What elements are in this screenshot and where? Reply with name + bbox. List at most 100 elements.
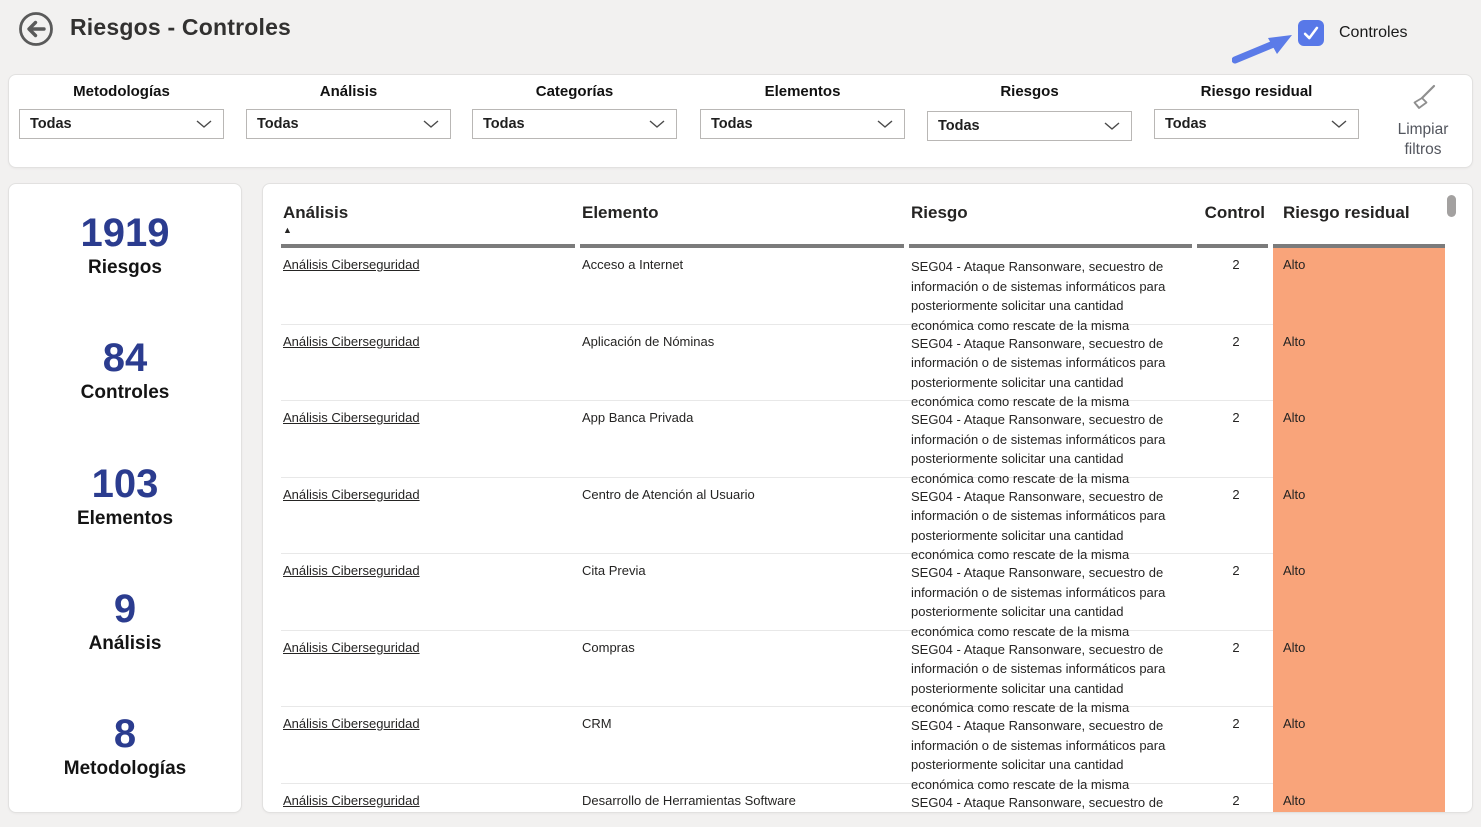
filter-selected-value: Todas: [30, 116, 195, 132]
analisis-link[interactable]: Análisis Ciberseguridad: [283, 257, 420, 272]
filter-selected-value: Todas: [938, 118, 1103, 134]
kpi-label: Metodologías: [9, 758, 241, 780]
header-controls: Controles: [1232, 16, 1407, 56]
elemento-cell: Aplicación de Nóminas: [580, 325, 909, 412]
filter-label: Metodologías: [19, 83, 224, 100]
kpi-metodologias: 8 Metodologías: [9, 713, 241, 780]
analisis-link[interactable]: Análisis Ciberseguridad: [283, 563, 420, 578]
analisis-link[interactable]: Análisis Ciberseguridad: [283, 410, 420, 425]
filter-dropdown-metodologias[interactable]: Todas: [19, 109, 224, 139]
kpi-value: 103: [9, 463, 241, 505]
riesgo-cell: SEG04 - Ataque Ransonware, secuestro de …: [909, 401, 1197, 488]
filter-dropdown-riesgos[interactable]: Todas: [927, 111, 1132, 141]
control-cell: 2: [1197, 631, 1273, 718]
chevron-down-icon: [195, 119, 213, 129]
table-header-row: Análisis ▲ Elemento Riesgo Control Riesg…: [281, 196, 1445, 248]
table-row[interactable]: Análisis Ciberseguridad Acceso a Interne…: [281, 248, 1445, 325]
filter-label: Categorías: [472, 83, 677, 100]
filter-label: Análisis: [246, 83, 451, 100]
riesgo-residual-cell: Alto: [1273, 631, 1445, 718]
filter-metodologias: Metodologías Todas: [19, 83, 224, 139]
analisis-link[interactable]: Análisis Ciberseguridad: [283, 640, 420, 655]
filter-selected-value: Todas: [711, 116, 876, 132]
table-row[interactable]: Análisis Ciberseguridad Centro de Atenci…: [281, 478, 1445, 555]
kpi-value: 9: [9, 588, 241, 630]
riesgo-residual-cell: Alto: [1273, 248, 1445, 335]
filter-dropdown-analisis[interactable]: Todas: [246, 109, 451, 139]
control-cell: 2: [1197, 325, 1273, 412]
filter-selected-value: Todas: [483, 116, 648, 132]
control-cell: 2: [1197, 554, 1273, 641]
table-row[interactable]: Análisis Ciberseguridad Cita Previa SEG0…: [281, 554, 1445, 631]
kpi-label: Análisis: [9, 633, 241, 655]
kpi-label: Riesgos: [9, 257, 241, 279]
control-cell: 2: [1197, 478, 1273, 565]
filter-riesgos: Riesgos Todas: [927, 86, 1132, 141]
column-header-riesgo-residual[interactable]: Riesgo residual: [1273, 196, 1445, 248]
control-cell: 2: [1197, 248, 1273, 335]
back-button[interactable]: [17, 10, 55, 48]
riesgo-residual-cell: Alto: [1273, 401, 1445, 488]
control-cell: 2: [1197, 707, 1273, 794]
column-header-control[interactable]: Control: [1197, 196, 1273, 248]
chevron-down-icon: [648, 119, 666, 129]
filter-dropdown-riesgo-residual[interactable]: Todas: [1154, 109, 1359, 139]
riesgo-cell: SEG04 - Ataque Ransonware, secuestro de …: [909, 784, 1197, 814]
checkmark-icon: [1300, 22, 1322, 44]
risks-table: Análisis ▲ Elemento Riesgo Control Riesg…: [281, 196, 1445, 813]
filter-label: Riesgo residual: [1154, 83, 1359, 100]
filter-selected-value: Todas: [1165, 116, 1330, 132]
kpi-value: 1919: [9, 212, 241, 254]
column-header-elemento[interactable]: Elemento: [580, 196, 909, 248]
elemento-cell: Centro de Atención al Usuario: [580, 478, 909, 565]
riesgo-residual-cell: Alto: [1273, 707, 1445, 794]
riesgo-cell: SEG04 - Ataque Ransonware, secuestro de …: [909, 248, 1197, 335]
filter-dropdown-elementos[interactable]: Todas: [700, 109, 905, 139]
chevron-down-icon: [876, 119, 894, 129]
annotation-arrow-icon: [1232, 30, 1294, 64]
table-row[interactable]: Análisis Ciberseguridad Aplicación de Nó…: [281, 325, 1445, 402]
riesgo-residual-cell: Alto: [1273, 784, 1445, 814]
back-arrow-icon: [17, 10, 55, 48]
table-row[interactable]: Análisis Ciberseguridad CRM SEG04 - Ataq…: [281, 707, 1445, 784]
riesgo-cell: SEG04 - Ataque Ransonware, secuestro de …: [909, 554, 1197, 641]
riesgo-cell: SEG04 - Ataque Ransonware, secuestro de …: [909, 478, 1197, 565]
scrollbar-thumb[interactable]: [1447, 195, 1456, 217]
table-row[interactable]: Análisis Ciberseguridad Desarrollo de He…: [281, 784, 1445, 814]
column-header-analisis[interactable]: Análisis ▲: [281, 196, 580, 248]
filter-dropdown-categorias[interactable]: Todas: [472, 109, 677, 139]
elemento-cell: Compras: [580, 631, 909, 718]
filter-analisis: Análisis Todas: [246, 83, 451, 139]
clear-filters-button[interactable]: Limpiar filtros: [1382, 83, 1464, 160]
kpi-label: Elementos: [9, 508, 241, 530]
control-cell: 2: [1197, 784, 1273, 814]
elemento-cell: Desarrollo de Herramientas Software: [580, 784, 909, 814]
table-row[interactable]: Análisis Ciberseguridad Compras SEG04 - …: [281, 631, 1445, 708]
kpi-value: 84: [9, 337, 241, 379]
filter-categorias: Categorías Todas: [472, 83, 677, 139]
analisis-link[interactable]: Análisis Ciberseguridad: [283, 487, 420, 502]
dashboard-page: Riesgos - Controles Controles Metodologí…: [0, 0, 1481, 827]
filter-label: Riesgos: [927, 83, 1132, 100]
kpi-panel: 1919 Riesgos 84 Controles 103 Elementos …: [8, 183, 242, 813]
analisis-link[interactable]: Análisis Ciberseguridad: [283, 716, 420, 731]
filter-label: Elementos: [700, 83, 905, 100]
elemento-cell: App Banca Privada: [580, 401, 909, 488]
filter-selected-value: Todas: [257, 116, 422, 132]
kpi-riesgos: 1919 Riesgos: [9, 212, 241, 279]
kpi-elementos: 103 Elementos: [9, 463, 241, 530]
table-row[interactable]: Análisis Ciberseguridad App Banca Privad…: [281, 401, 1445, 478]
riesgo-cell: SEG04 - Ataque Ransonware, secuestro de …: [909, 707, 1197, 794]
kpi-label: Controles: [9, 382, 241, 404]
analisis-link[interactable]: Análisis Ciberseguridad: [283, 334, 420, 349]
filter-riesgo-residual: Riesgo residual Todas: [1154, 83, 1359, 139]
kpi-analisis: 9 Análisis: [9, 588, 241, 655]
analisis-link[interactable]: Análisis Ciberseguridad: [283, 793, 420, 808]
column-header-riesgo[interactable]: Riesgo: [909, 196, 1197, 248]
elemento-cell: Cita Previa: [580, 554, 909, 641]
riesgo-residual-cell: Alto: [1273, 325, 1445, 412]
risks-table-panel: Análisis ▲ Elemento Riesgo Control Riesg…: [262, 183, 1473, 813]
control-cell: 2: [1197, 401, 1273, 488]
controles-checkbox[interactable]: [1298, 20, 1324, 46]
sort-ascending-icon: ▲: [283, 226, 576, 235]
